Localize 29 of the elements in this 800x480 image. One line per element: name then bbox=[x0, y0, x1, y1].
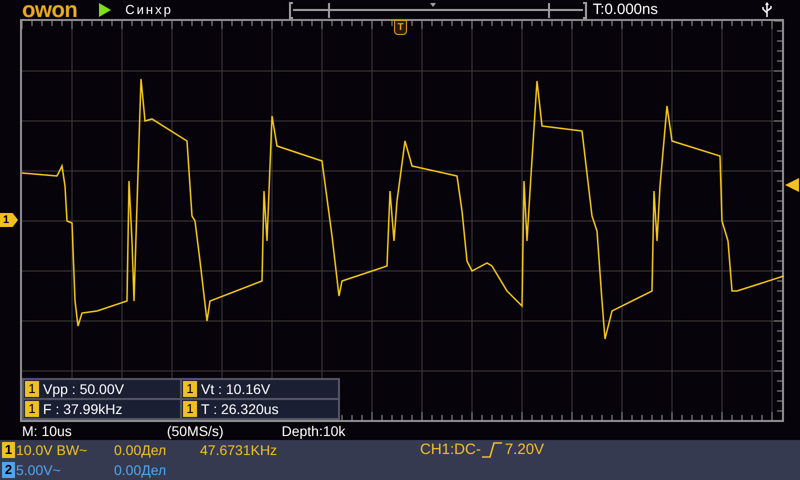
sample-rate: (50MS/s) bbox=[166, 423, 224, 440]
channel-badge: 1 bbox=[25, 381, 39, 397]
run-state: Синхр bbox=[125, 1, 173, 20]
trigger-position-marker: T bbox=[394, 20, 407, 35]
vertical-scale: 10.0V BW~ bbox=[16, 440, 88, 460]
time-offset: T:0.000ns bbox=[592, 0, 658, 20]
trigger-level: 7.20V bbox=[504, 440, 544, 460]
frequency-counter: 47.6731KHz bbox=[200, 440, 278, 460]
trigger-source: CH1:DC- bbox=[420, 440, 481, 460]
channel-badge: 1 bbox=[183, 401, 197, 417]
trigger-level-marker bbox=[785, 178, 799, 192]
timebase: M: 10us bbox=[22, 423, 72, 440]
channel-badge: 1 bbox=[183, 381, 197, 397]
vertical-offset: 0.00Дел bbox=[114, 440, 168, 460]
measurement-value: T : 26.320us bbox=[201, 400, 279, 418]
measurement-value: Vt : 10.16V bbox=[201, 380, 270, 398]
rising-edge-icon bbox=[480, 442, 503, 458]
vertical-offset: 0.00Дел bbox=[114, 460, 168, 480]
vertical-scale: 5.00V~ bbox=[16, 460, 62, 480]
channel-badge: 1 bbox=[2, 442, 15, 458]
channel-marker: 1 bbox=[0, 213, 18, 227]
channel-badge: 1 bbox=[25, 401, 39, 417]
measurement-value: F : 37.99kHz bbox=[43, 400, 122, 418]
brand-logo: owon bbox=[22, 0, 78, 20]
memory-depth: Depth:10k bbox=[282, 423, 346, 440]
measurement-value: Vpp : 50.00V bbox=[43, 380, 124, 399]
usb-icon bbox=[762, 2, 772, 18]
channel-badge: 2 bbox=[2, 462, 15, 478]
play-icon bbox=[99, 3, 112, 17]
